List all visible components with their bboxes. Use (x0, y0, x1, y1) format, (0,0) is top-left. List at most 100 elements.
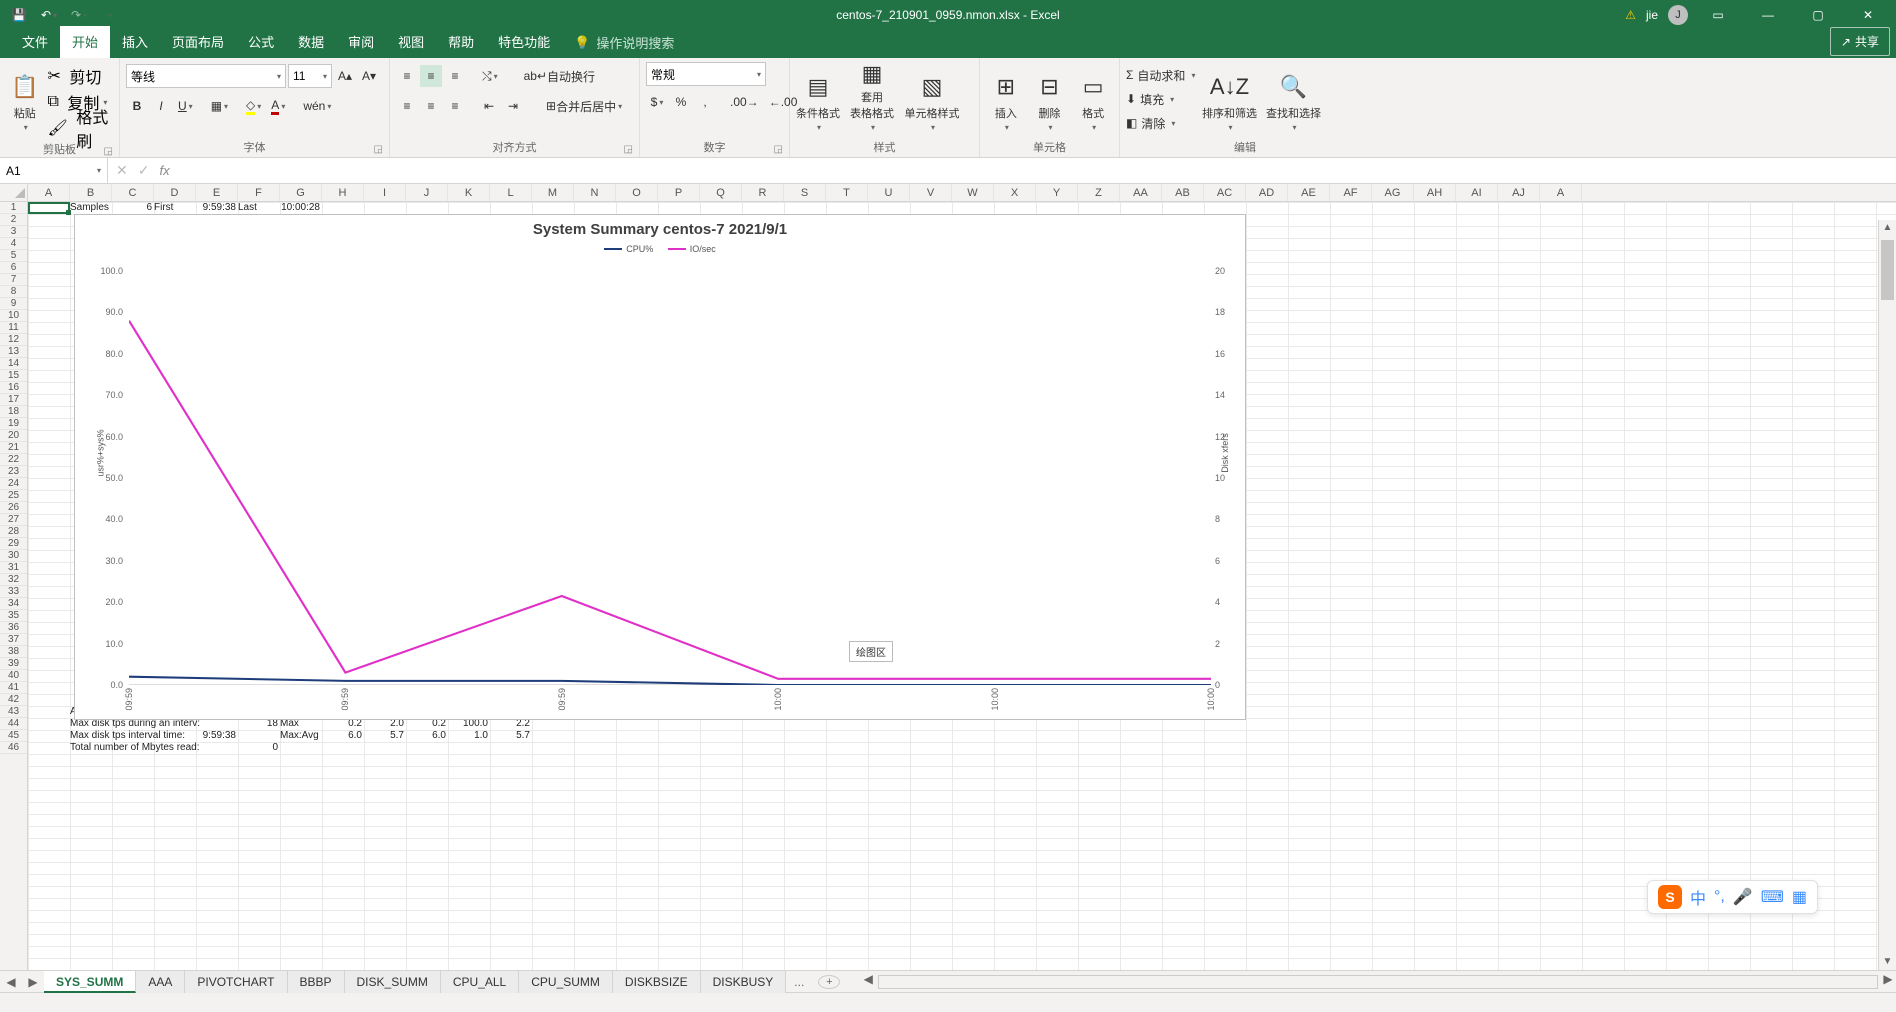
cell[interactable]: 1.0 (448, 730, 490, 742)
comma-format-icon[interactable]: , (694, 91, 716, 113)
number-format-combo[interactable]: 常规▾ (646, 62, 766, 86)
accounting-format-icon[interactable]: $▾ (646, 91, 668, 113)
increase-font-icon[interactable]: A▴ (334, 65, 356, 87)
font-color-button[interactable]: A▾ (267, 95, 289, 117)
column-header[interactable]: P (658, 184, 700, 201)
cells-area[interactable]: Samples6First9:59:38Last10:00:28Avg disk… (28, 202, 1896, 970)
row-header[interactable]: 37 (0, 634, 27, 646)
cell[interactable]: 5.7 (364, 730, 406, 742)
tab-view[interactable]: 视图 (386, 26, 436, 58)
column-header[interactable]: B (70, 184, 112, 201)
save-icon[interactable]: 💾 (6, 2, 32, 28)
row-header[interactable]: 15 (0, 370, 27, 382)
row-header[interactable]: 38 (0, 646, 27, 658)
name-box[interactable]: A1▾ (0, 158, 108, 183)
cell[interactable]: 5.7 (490, 730, 532, 742)
column-header[interactable]: R (742, 184, 784, 201)
ime-menu-icon[interactable]: ▦ (1792, 887, 1807, 907)
column-header[interactable]: AE (1288, 184, 1330, 201)
conditional-format-button[interactable]: ▤条件格式▾ (796, 60, 840, 132)
ribbon-display-icon[interactable]: ▭ (1698, 0, 1738, 30)
alignment-launcher-icon[interactable]: ◲ (624, 144, 633, 155)
column-header[interactable]: Z (1078, 184, 1120, 201)
column-header[interactable]: X (994, 184, 1036, 201)
horizontal-scrollbar[interactable]: ◀ ▶ (840, 972, 1896, 992)
scroll-up-icon[interactable]: ▲ (1879, 220, 1896, 236)
row-header[interactable]: 24 (0, 478, 27, 490)
align-middle-icon[interactable]: ≡ (420, 65, 442, 87)
cell[interactable]: 6.0 (406, 730, 448, 742)
sheet-tab[interactable]: DISKBUSY (701, 971, 787, 993)
column-header[interactable]: G (280, 184, 322, 201)
cell[interactable]: 9:59:38 (196, 730, 238, 742)
column-header[interactable]: AJ (1498, 184, 1540, 201)
row-header[interactable]: 36 (0, 622, 27, 634)
column-header[interactable]: S (784, 184, 826, 201)
tab-formulas[interactable]: 公式 (236, 26, 286, 58)
row-header[interactable]: 13 (0, 346, 27, 358)
row-header[interactable]: 9 (0, 298, 27, 310)
fill-button[interactable]: ⬇填充▾ (1126, 88, 1195, 110)
hscroll-right-icon[interactable]: ▶ (1880, 972, 1896, 992)
cell[interactable]: Max disk tps interval time: (70, 730, 270, 742)
sheet-tab[interactable]: PIVOTCHART (185, 971, 287, 993)
row-header[interactable]: 17 (0, 394, 27, 406)
formula-bar[interactable]: ✕ ✓ fx (108, 158, 1896, 183)
autosum-button[interactable]: Σ自动求和▾ (1126, 64, 1195, 86)
row-header[interactable]: 30 (0, 550, 27, 562)
paste-button[interactable]: 📋粘贴▾ (6, 60, 44, 132)
column-header[interactable]: AB (1162, 184, 1204, 201)
align-center-icon[interactable]: ≡ (420, 95, 442, 117)
delete-button[interactable]: ⊟删除▾ (1030, 60, 1070, 132)
redo-icon[interactable]: ↷▾ (66, 2, 92, 28)
column-header[interactable]: M (532, 184, 574, 201)
row-header[interactable]: 11 (0, 322, 27, 334)
insert-button[interactable]: ⊞插入▾ (986, 60, 1026, 132)
cell[interactable]: 10:00:28 (280, 202, 322, 214)
sheet-tab[interactable]: BBBP (288, 971, 345, 993)
column-header[interactable]: D (154, 184, 196, 201)
column-header[interactable]: AG (1372, 184, 1414, 201)
cell[interactable]: 6 (112, 202, 154, 214)
row-header[interactable]: 18 (0, 406, 27, 418)
wrap-text-button[interactable]: ab↵ 自动换行 (520, 65, 599, 87)
clear-button[interactable]: ◧清除▾ (1126, 112, 1195, 134)
row-header[interactable]: 4 (0, 238, 27, 250)
share-button[interactable]: ↗共享 (1830, 27, 1890, 56)
column-header[interactable]: N (574, 184, 616, 201)
increase-indent-icon[interactable]: ⇥ (502, 95, 524, 117)
decrease-font-icon[interactable]: A▾ (358, 65, 380, 87)
merge-center-button[interactable]: ⊞ 合并后居中▾ (542, 95, 626, 117)
row-header[interactable]: 33 (0, 586, 27, 598)
row-header[interactable]: 14 (0, 358, 27, 370)
cell[interactable]: 6.0 (322, 730, 364, 742)
align-bottom-icon[interactable]: ≡ (444, 65, 466, 87)
chart-legend[interactable]: CPU% IO/sec (75, 238, 1245, 258)
find-select-button[interactable]: 🔍查找和选择▾ (1263, 60, 1323, 132)
row-header[interactable]: 3 (0, 226, 27, 238)
row-header[interactable]: 42 (0, 694, 27, 706)
row-header[interactable]: 44 (0, 718, 27, 730)
maximize-icon[interactable]: ▢ (1798, 0, 1838, 30)
column-header[interactable]: AA (1120, 184, 1162, 201)
align-top-icon[interactable]: ≡ (396, 65, 418, 87)
sheet-tab[interactable]: SYS_SUMM (44, 971, 136, 993)
hscroll-left-icon[interactable]: ◀ (860, 972, 876, 992)
row-header[interactable]: 27 (0, 514, 27, 526)
chart-plot-area[interactable]: usr%+sys% Disk xfers 0.010.020.030.040.0… (129, 271, 1211, 685)
minimize-icon[interactable]: — (1748, 0, 1788, 30)
row-header[interactable]: 10 (0, 310, 27, 322)
formula-cancel-icon[interactable]: ✕ (116, 162, 128, 179)
tab-special[interactable]: 特色功能 (486, 26, 562, 58)
column-header[interactable]: AC (1204, 184, 1246, 201)
tab-review[interactable]: 审阅 (336, 26, 386, 58)
column-header[interactable]: O (616, 184, 658, 201)
row-header[interactable]: 1 (0, 202, 27, 214)
row-header[interactable]: 34 (0, 598, 27, 610)
column-header[interactable]: U (868, 184, 910, 201)
border-button[interactable]: ▦▾ (207, 95, 232, 117)
row-header[interactable]: 20 (0, 430, 27, 442)
sogou-logo-icon[interactable]: S (1658, 885, 1682, 909)
column-header[interactable]: H (322, 184, 364, 201)
sheet-nav-prev-icon[interactable]: ◀ (0, 975, 22, 989)
